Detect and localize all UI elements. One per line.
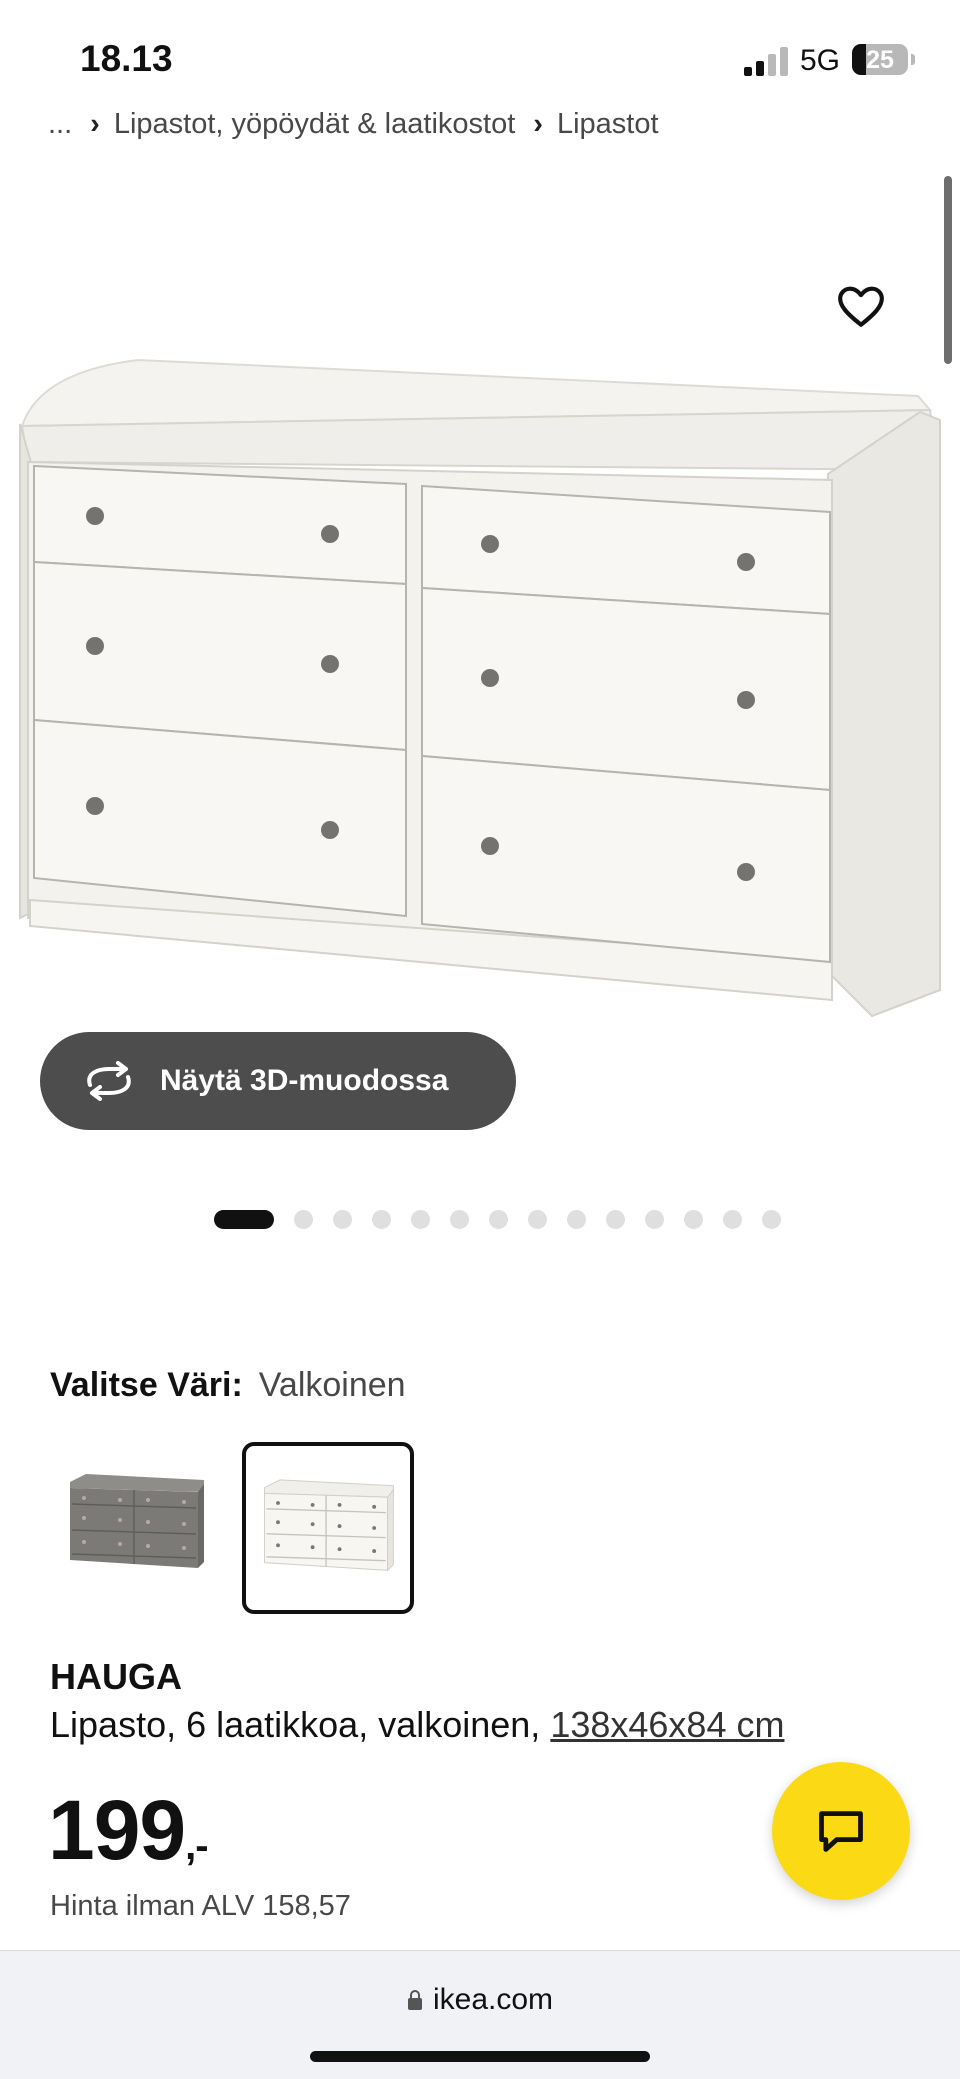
product-name: HAUGA [50,1656,182,1697]
carousel-dot[interactable] [214,1210,274,1229]
home-indicator[interactable] [310,2051,650,2062]
color-heading: Valitse Väri: Valkoinen [50,1366,406,1405]
address-bar[interactable]: ikea.com [0,1983,960,2017]
battery-percent: 25 [866,46,894,74]
status-time: 18.13 [80,38,173,79]
breadcrumb-ellipsis[interactable]: ... [48,108,72,141]
dresser-right-side [826,410,941,1018]
color-swatch-grey[interactable] [54,1442,218,1606]
product-description-text: Lipasto, 6 laatikkoa, valkoinen, [50,1704,541,1745]
carousel-dot[interactable] [489,1210,508,1229]
chat-button[interactable] [772,1762,910,1900]
rotate-3d-icon [87,1061,131,1101]
drawer-left-middle [33,560,407,752]
url-text: ikea.com [432,1983,554,2016]
carousel-dot[interactable] [294,1210,313,1229]
chat-icon [819,1811,863,1852]
price-suffix: ,- [185,1824,208,1868]
product-description: Lipasto, 6 laatikkoa, valkoinen, 138x46x… [50,1704,784,1746]
product-price: 199,- [48,1782,209,1879]
chevron-right-icon: › [90,108,100,140]
image-carousel-dots[interactable] [214,1210,801,1229]
color-swatch-white[interactable] [242,1442,414,1614]
lock-icon [407,1990,422,2010]
grey-dresser-thumbnail [70,1474,204,1568]
carousel-dot[interactable] [528,1210,547,1229]
product-size-link[interactable]: 138x46x84 cm [550,1704,784,1745]
page-scrollbar[interactable] [944,176,952,364]
product-image[interactable] [0,340,960,1040]
view-3d-label: Näytä 3D-muodossa [160,1064,449,1097]
white-dresser-thumbnail [264,1479,394,1572]
drawer-right-middle [421,586,831,792]
carousel-dot[interactable] [684,1210,703,1229]
price-value: 199 [48,1783,186,1877]
carousel-dot[interactable] [645,1210,664,1229]
network-type: 5G [800,44,841,77]
color-label: Valitse Väri: [50,1366,243,1404]
battery-icon: 25 [852,44,908,75]
carousel-dot[interactable] [333,1210,352,1229]
battery-cap [911,54,915,65]
carousel-dot[interactable] [450,1210,469,1229]
view-3d-button[interactable]: Näytä 3D-muodossa [40,1032,516,1130]
carousel-dot[interactable] [567,1210,586,1229]
carousel-dot[interactable] [372,1210,391,1229]
carousel-dot[interactable] [411,1210,430,1229]
chevron-right-icon: › [533,108,543,140]
carousel-dot[interactable] [723,1210,742,1229]
price-excluding-vat: Hinta ilman ALV 158,57 [50,1890,351,1922]
heart-icon[interactable] [836,282,886,332]
breadcrumb-item-category[interactable]: Lipastot, yöpöydät & laatikostot [114,108,515,141]
browser-bottom-bar: ikea.com [0,1950,960,2079]
carousel-dot[interactable] [606,1210,625,1229]
carousel-dot[interactable] [762,1210,781,1229]
breadcrumb-item-lipastot[interactable]: Lipastot [557,108,659,141]
cellular-signal-icon [744,46,792,76]
color-selected-value: Valkoinen [258,1366,406,1404]
breadcrumb: ... › Lipastot, yöpöydät & laatikostot ›… [48,108,659,141]
